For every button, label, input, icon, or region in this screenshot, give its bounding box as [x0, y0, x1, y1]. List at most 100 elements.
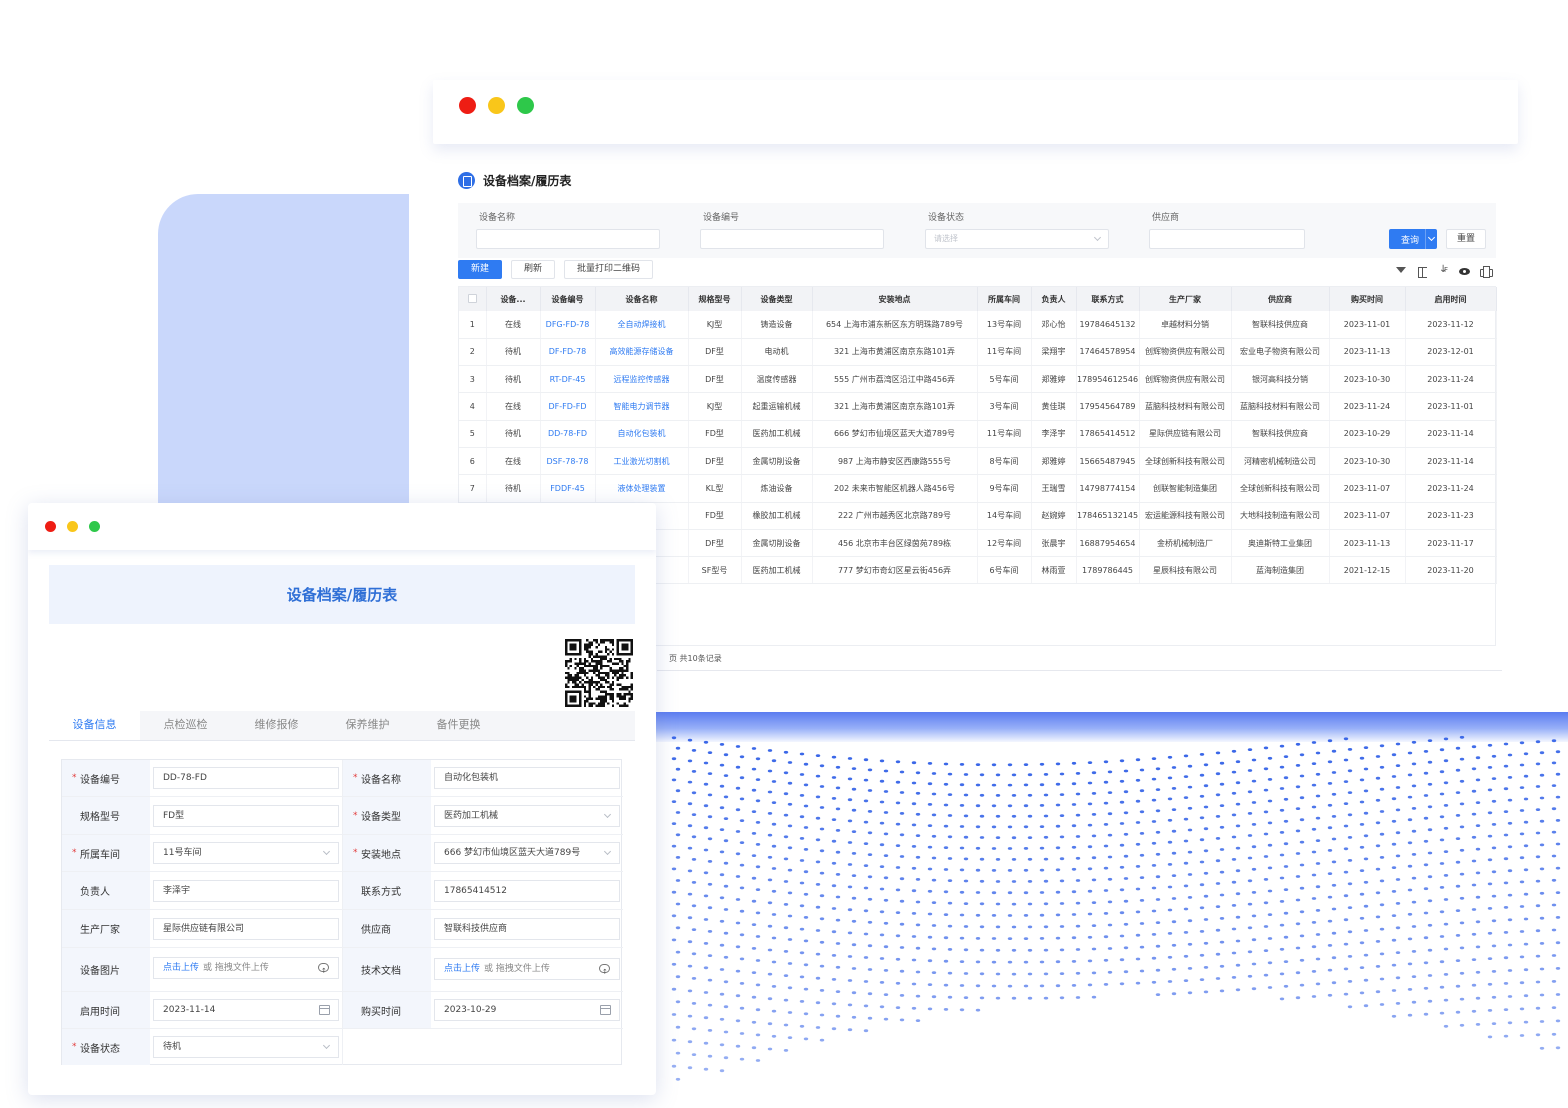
- column-header[interactable]: 设备类型: [741, 287, 813, 311]
- table-cell: 987 上海市静安区西康路555号: [812, 447, 978, 476]
- location-select[interactable]: 666 梦幻市仙境区蓝天大道789号: [434, 842, 620, 864]
- table-row[interactable]: 3 待机 RT-DF-45 远程监控传感器 DF型 温度传感器 555 广州市荔湾区沿江中路…: [459, 365, 1497, 394]
- contact-field[interactable]: 17865414512: [434, 880, 620, 902]
- table-cell[interactable]: DSF-78-78: [540, 447, 596, 476]
- table-row[interactable]: 2 待机 DF-FD-78 高效能源存储设备 DF型 电动机 321 上海市黄浦区南京东路1…: [459, 338, 1497, 367]
- minimize-dot-icon[interactable]: [67, 521, 78, 532]
- device-status-select[interactable]: 请选择: [925, 229, 1109, 249]
- image-upload[interactable]: 点击上传或 拖拽文件上传: [153, 957, 339, 981]
- column-header[interactable]: 规格型号: [688, 287, 742, 311]
- table-cell[interactable]: DD-78-FD: [540, 420, 596, 448]
- chevron-down-icon: [603, 810, 612, 819]
- table-cell: 铸造设备: [741, 311, 813, 339]
- column-header[interactable]: 联系方式: [1076, 287, 1140, 311]
- cloud-upload-icon[interactable]: [599, 962, 610, 982]
- table-cell[interactable]: DF-FD-78: [540, 338, 596, 367]
- table-row[interactable]: 1 在线 DFG-FD-78 全自动焊接机 KJ型 铸造设备 654 上海市浦东新区东方明珠…: [459, 311, 1497, 339]
- column-header[interactable]: 负责人: [1031, 287, 1077, 311]
- table-cell: 321 上海市黄浦区南京东路101弄: [812, 392, 978, 421]
- upload-link[interactable]: 点击上传: [163, 963, 199, 973]
- filter-icon[interactable]: [1396, 266, 1407, 277]
- query-dropdown-icon[interactable]: [1425, 229, 1437, 249]
- table-cell[interactable]: DF-FD-FD: [540, 392, 596, 421]
- spec-field[interactable]: FD型: [153, 805, 339, 827]
- table-cell: 炼油设备: [741, 474, 813, 503]
- table-cell[interactable]: 自动化包装机: [595, 420, 689, 448]
- table-cell: 金属切削设备: [741, 447, 813, 476]
- new-button[interactable]: 新建: [458, 260, 503, 279]
- document-upload[interactable]: 点击上传或 拖拽文件上传: [434, 958, 620, 982]
- supplier-field[interactable]: 智联科技供应商: [434, 918, 620, 940]
- table-cell: 蓝脑科技材料有限公司: [1139, 392, 1232, 421]
- table-cell[interactable]: 智能电力调节器: [595, 392, 689, 421]
- column-header[interactable]: 安装地点: [812, 287, 978, 311]
- start-date-picker[interactable]: 2023-11-14: [153, 999, 339, 1021]
- eye-icon[interactable]: [1459, 266, 1470, 277]
- owner-field[interactable]: 李泽宇: [153, 880, 339, 902]
- table-row[interactable]: 5 待机 DD-78-FD 自动化包装机 FD型 医药加工机械 666 梦幻市仙境区蓝天大道…: [459, 420, 1497, 448]
- device-status-field[interactable]: 待机: [153, 1036, 339, 1058]
- table-cell[interactable]: FDDF-45: [540, 474, 596, 503]
- table-cell: 654 上海市浦东新区东方明珠路789号: [812, 311, 978, 339]
- table-row[interactable]: 7 待机 FDDF-45 液体处理装置 KL型 炼油设备 202 未来市智能区机器人路456…: [459, 474, 1497, 503]
- supplier-input[interactable]: [1149, 229, 1305, 249]
- table-row[interactable]: 4 在线 DF-FD-FD 智能电力调节器 KJ型 起重运输机械 321 上海市黄浦区南京东…: [459, 392, 1497, 421]
- table-cell: 创联智能制造集团: [1139, 474, 1232, 503]
- select-all-checkbox[interactable]: [467, 293, 477, 303]
- sort-icon[interactable]: [1438, 264, 1449, 277]
- tab-spare-parts[interactable]: 备件更换: [413, 711, 504, 740]
- refresh-button[interactable]: 刷新: [511, 260, 556, 279]
- table-cell: 创辉物资供应有限公司: [1139, 338, 1232, 367]
- select-all-header[interactable]: [459, 287, 487, 311]
- column-header[interactable]: 生产厂家: [1139, 287, 1232, 311]
- maximize-dot-icon[interactable]: [89, 521, 100, 532]
- table-cell: 智联科技供应商: [1231, 311, 1330, 339]
- device-name-input[interactable]: [476, 229, 660, 249]
- table-cell[interactable]: 液体处理装置: [595, 474, 689, 503]
- device-type-select[interactable]: 医药加工机械: [434, 805, 620, 827]
- field-label: 技术文档: [343, 948, 431, 991]
- table-cell: 黄佳琪: [1031, 392, 1077, 421]
- close-dot-icon[interactable]: [45, 521, 56, 532]
- query-button[interactable]: 查询: [1389, 229, 1437, 249]
- table-cell[interactable]: 高效能源存储设备: [595, 338, 689, 367]
- columns-icon[interactable]: [1417, 266, 1428, 278]
- maximize-dot-icon[interactable]: [517, 97, 534, 114]
- purchase-date-picker[interactable]: 2023-10-29: [434, 999, 620, 1021]
- device-code-input[interactable]: [700, 229, 884, 249]
- column-header[interactable]: 所属车间: [977, 287, 1032, 311]
- table-cell: 金属切削设备: [741, 529, 813, 558]
- minimize-dot-icon[interactable]: [488, 97, 505, 114]
- tab-inspection[interactable]: 点检巡检: [140, 711, 231, 740]
- tab-device-info[interactable]: 设备信息: [49, 711, 140, 740]
- field-label: * 设备编号: [62, 760, 150, 796]
- print-icon[interactable]: [1480, 266, 1493, 278]
- workshop-select[interactable]: 11号车间: [153, 842, 339, 864]
- column-header[interactable]: 设备编号: [540, 287, 596, 311]
- column-header[interactable]: 购买时间: [1329, 287, 1406, 311]
- status-select-placeholder: 请选择: [934, 234, 958, 243]
- table-cell[interactable]: 远程监控传感器: [595, 365, 689, 394]
- device-code-field[interactable]: DD-78-FD: [153, 767, 339, 789]
- table-cell[interactable]: 全自动焊接机: [595, 311, 689, 339]
- column-header[interactable]: 设备...: [486, 287, 541, 311]
- table-cell[interactable]: RT-DF-45: [540, 365, 596, 394]
- column-header[interactable]: 设备名称: [595, 287, 689, 311]
- tab-repair[interactable]: 维修报修: [231, 711, 322, 740]
- device-name-field[interactable]: 自动化包装机: [434, 767, 620, 789]
- cloud-upload-icon[interactable]: [318, 961, 329, 981]
- batch-print-qr-button[interactable]: 批量打印二维码: [564, 260, 654, 279]
- close-dot-icon[interactable]: [459, 97, 476, 114]
- column-header[interactable]: 启用时间: [1405, 287, 1497, 311]
- document-icon: [458, 172, 475, 189]
- column-header[interactable]: 供应商: [1231, 287, 1330, 311]
- table-cell[interactable]: DFG-FD-78: [540, 311, 596, 339]
- table-cell[interactable]: 工业激光切割机: [595, 447, 689, 476]
- table-cell: 2023-11-01: [1329, 311, 1406, 339]
- upload-link[interactable]: 点击上传: [444, 964, 480, 974]
- reset-button[interactable]: 重置: [1446, 229, 1486, 249]
- manufacturer-field[interactable]: 星际供应链有限公司: [153, 918, 339, 940]
- tab-maintenance[interactable]: 保养维护: [322, 711, 413, 740]
- table-row[interactable]: 6 在线 DSF-78-78 工业激光切割机 DF型 金属切削设备 987 上海市静安区西康…: [459, 447, 1497, 476]
- table-header-row: 设备... 设备编号 设备名称 规格型号 设备类型 安装地点 所属车间 负责人 …: [459, 287, 1497, 311]
